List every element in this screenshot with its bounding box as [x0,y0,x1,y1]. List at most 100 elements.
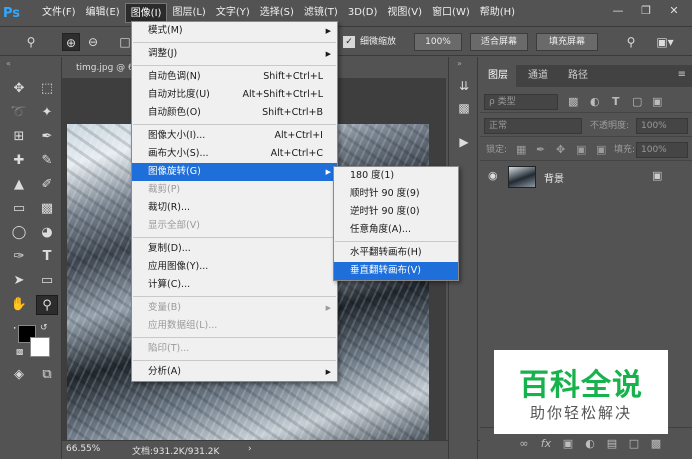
new-group-icon[interactable]: ▤ [604,436,620,452]
image-menu-item[interactable]: 自动色调(N) Shift+Ctrl+L [132,68,337,86]
image-menu-item[interactable]: 调整(J) ▶ [132,45,337,63]
image-menu-item[interactable]: 模式(M) ▶ [132,22,337,40]
menu-edit[interactable]: 编辑(E) [81,3,125,23]
tab-layers[interactable]: 图层 [480,65,516,87]
search-icon[interactable]: ⚲ [622,33,640,51]
menu-view[interactable]: 视图(V) [382,3,427,23]
fill-field[interactable]: 100% [636,142,688,158]
menu-layer[interactable]: 图层(L) [167,3,210,23]
move-tool-icon[interactable]: ✥ [8,79,30,99]
layer-mask-icon[interactable]: ▣ [560,436,576,452]
new-layer-icon[interactable]: □ [626,436,642,452]
zoom-tool-icon[interactable]: ⚲ [36,295,58,315]
menu-3d[interactable]: 3D(D) [343,3,383,23]
workspace-icon[interactable]: ▣▾ [652,33,678,51]
close-icon[interactable]: ✕ [664,3,684,19]
clone-stamp-tool-icon[interactable]: ▲ [8,175,30,195]
actions-panel-icon[interactable]: ▩ [455,99,473,117]
status-menu-arrow-icon[interactable]: › [248,444,252,454]
rectangle-tool-icon[interactable]: ▭ [36,271,58,291]
fine-zoom-checkbox[interactable]: ✓ [343,36,355,48]
rotate-submenu-item[interactable]: 水平翻转画布(H) [334,244,458,262]
crop-tool-icon[interactable]: ⊞ [8,127,30,147]
menu-image[interactable]: 图像(I) [124,3,168,23]
brush-tool-icon[interactable]: ✎ [36,151,58,171]
opacity-field[interactable]: 100% [636,118,688,134]
tab-paths[interactable]: 路径 [560,65,596,87]
filter-adjustment-icon[interactable]: ◐ [590,91,600,113]
lock-image-icon[interactable]: ✒ [536,139,545,161]
image-menu-item[interactable]: 自动颜色(O) Shift+Ctrl+B [132,104,337,122]
lasso-tool-icon[interactable]: ➰ [8,103,30,123]
document-tab[interactable]: timg.jpg @ 6 [64,58,134,78]
layer-kind-filter[interactable]: ρ 类型 [484,94,558,110]
filter-type-icon[interactable]: T [612,91,620,113]
menu-file[interactable]: 文件(F) [37,3,81,23]
zoom-in-icon[interactable]: ⊕ [62,33,80,51]
zoom-level[interactable]: 66.55% [66,444,100,454]
rotate-submenu-item[interactable]: 180 度(1) [334,167,458,185]
type-tool-icon[interactable]: T [36,247,58,267]
lock-transparent-icon[interactable]: ▦ [516,139,526,161]
fill-screen-button[interactable]: 填充屏幕 [536,33,598,51]
panel-menu-icon[interactable]: ≡ [678,69,686,80]
background-color-swatch[interactable] [30,337,50,357]
fit-screen-button[interactable]: 适合屏幕 [470,33,528,51]
gradient-tool-icon[interactable]: ▩ [36,199,58,219]
menu-window[interactable]: 窗口(W) [427,3,475,23]
image-menu-item[interactable]: 裁切(R)... [132,199,337,217]
rotate-submenu-item[interactable]: 逆时针 90 度(0) [334,203,458,221]
default-colors-icon[interactable]: ▩ [16,347,24,356]
image-menu-item[interactable]: 复制(D)... [132,240,337,258]
image-menu-item[interactable]: 自动对比度(U) Alt+Shift+Ctrl+L [132,86,337,104]
layer-style-icon[interactable]: fx [538,436,554,452]
play-panel-icon[interactable]: ▶ [455,133,473,151]
zoom-out-icon[interactable]: ⊖ [84,33,102,51]
tab-channels[interactable]: 通道 [520,65,556,87]
collapse-strip-icon[interactable]: » [457,59,462,68]
pen-tool-icon[interactable]: ✑ [8,247,30,267]
filter-smart-object-icon[interactable]: ▣ [652,91,662,113]
image-menu-item[interactable]: 画布大小(S)... Alt+Ctrl+C [132,145,337,163]
visibility-eye-icon[interactable]: ◉ [488,169,498,182]
dodge-tool-icon[interactable]: ◕ [36,223,58,243]
zoom-tool-preset-icon[interactable]: ⚲ [22,33,40,51]
lock-artboard-icon[interactable]: ▣ [576,139,586,161]
rotate-submenu-item[interactable]: 顺时针 90 度(9) [334,185,458,203]
menu-filter[interactable]: 滤镜(T) [299,3,343,23]
history-panel-icon[interactable]: ⇊ [455,77,473,95]
delete-layer-icon[interactable]: ▩ [648,436,664,452]
blend-mode-select[interactable]: 正常 [484,118,582,134]
swap-colors-icon[interactable]: ↺ [40,323,48,333]
minimize-icon[interactable]: — [608,3,628,19]
marquee-tool-icon[interactable]: ⬚ [36,79,58,99]
rotate-submenu-item[interactable]: 垂直翻转画布(V) [334,262,458,280]
filter-shape-icon[interactable]: ▢ [632,91,642,113]
quick-mask-icon[interactable]: ◈ [8,365,30,385]
adjustment-layer-icon[interactable]: ◐ [582,436,598,452]
image-menu-item[interactable]: 图像旋转(G) ▶ [132,163,337,181]
lock-position-icon[interactable]: ✥ [556,139,565,161]
hand-tool-icon[interactable]: ✋ [8,295,30,315]
path-selection-tool-icon[interactable]: ➤ [8,271,30,291]
collapse-tools-icon[interactable]: « [6,59,11,68]
zoom-100-button[interactable]: 100% [414,33,462,51]
menu-help[interactable]: 帮助(H) [475,3,520,23]
image-menu-item[interactable]: 图像大小(I)... Alt+Ctrl+I [132,127,337,145]
image-menu-item[interactable]: 分析(A) ▶ [132,363,337,381]
image-menu-item[interactable]: 计算(C)... [132,276,337,294]
layer-row-background[interactable]: ◉ 背景 ▣ [480,163,692,191]
blur-tool-icon[interactable]: ◯ [8,223,30,243]
history-brush-tool-icon[interactable]: ✐ [36,175,58,195]
layer-name[interactable]: 背景 [544,170,564,185]
magic-wand-tool-icon[interactable]: ✦ [36,103,58,123]
eyedropper-tool-icon[interactable]: ✒ [36,127,58,147]
filter-pixel-icon[interactable]: ▩ [568,91,578,113]
restore-icon[interactable]: ❐ [636,3,656,19]
eraser-tool-icon[interactable]: ▭ [8,199,30,219]
link-layers-icon[interactable]: ∞ [516,436,532,452]
healing-brush-tool-icon[interactable]: ✚ [8,151,30,171]
menu-type[interactable]: 文字(Y) [211,3,255,23]
rotate-submenu-item[interactable]: 任意角度(A)... [334,221,458,239]
lock-all-icon[interactable]: ▣ [596,139,606,161]
